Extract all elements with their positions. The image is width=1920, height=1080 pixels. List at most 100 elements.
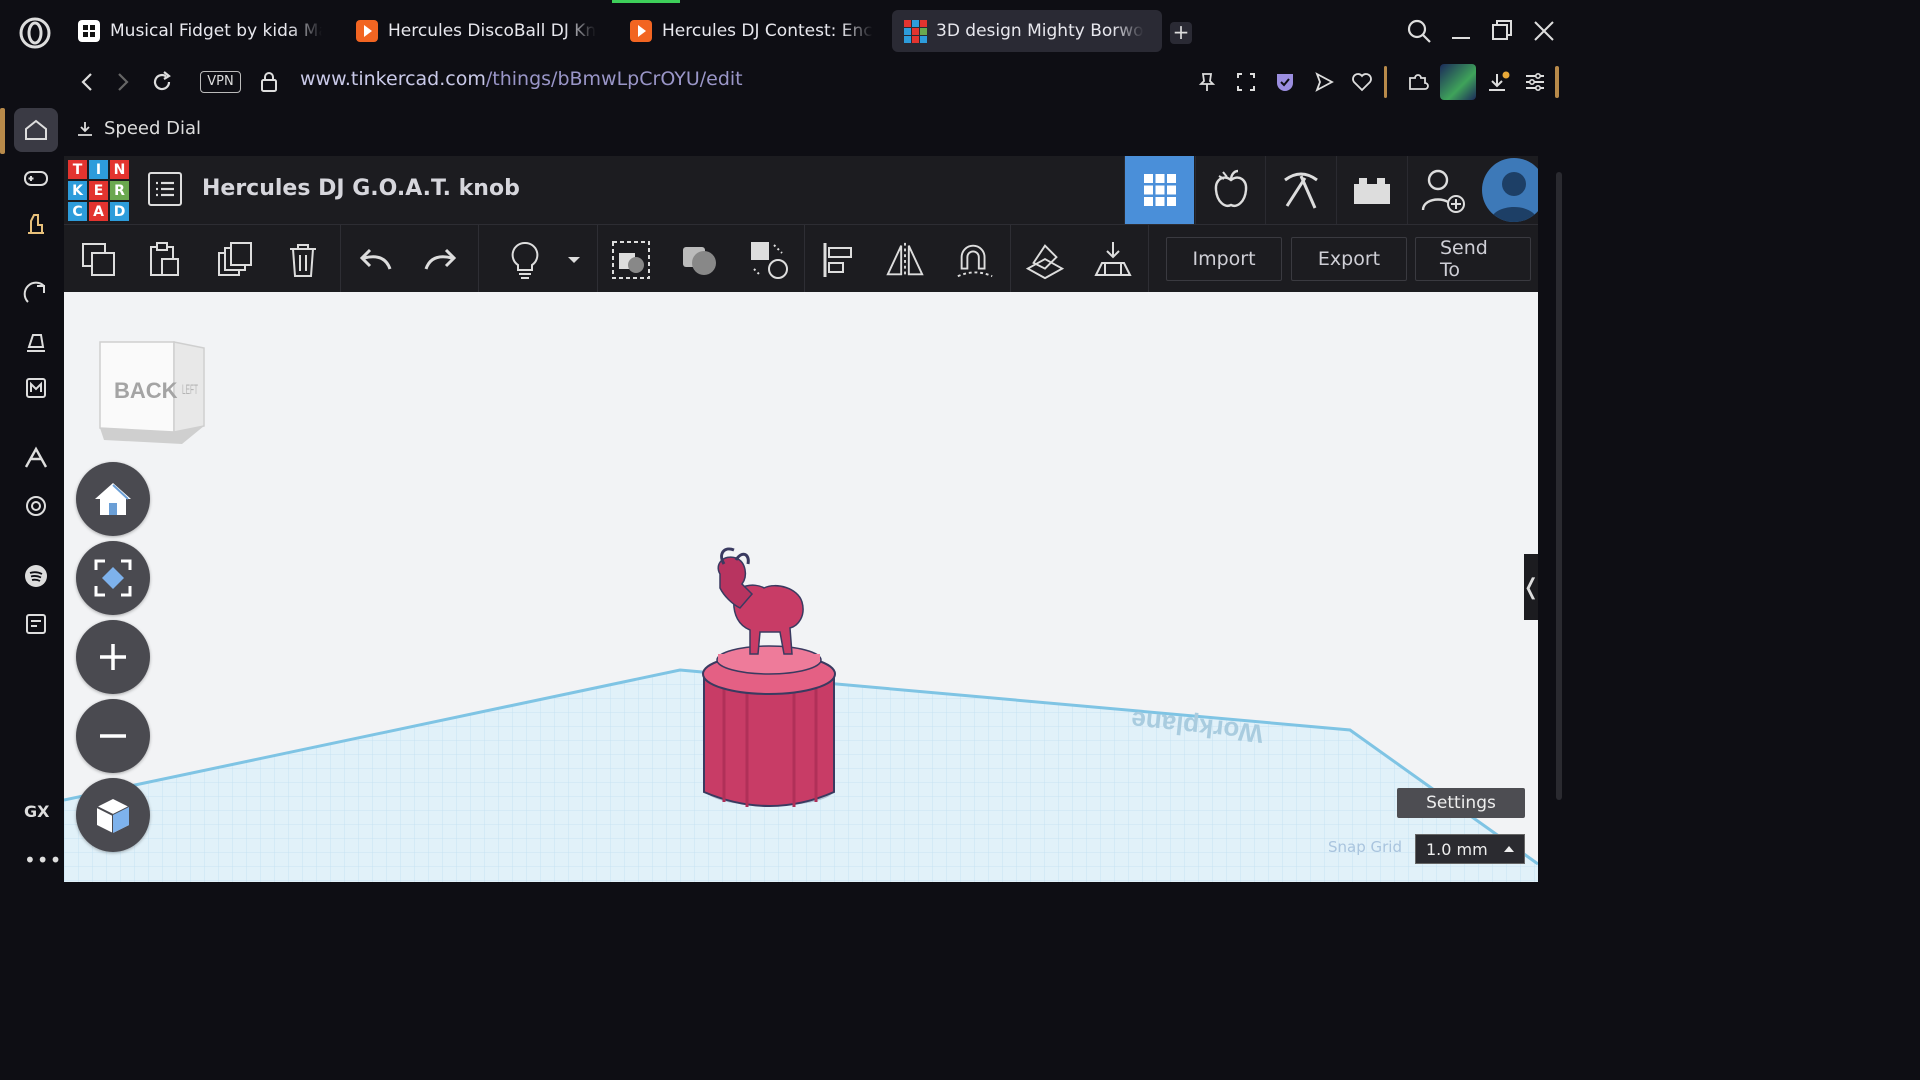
new-tab-button[interactable]: + bbox=[1170, 22, 1192, 44]
lock-icon[interactable] bbox=[258, 70, 280, 94]
sidebar-spotify-icon[interactable] bbox=[14, 554, 58, 598]
sidebar-chatgpt-icon[interactable] bbox=[14, 484, 58, 528]
user-avatar[interactable] bbox=[1482, 158, 1546, 222]
forward-icon[interactable] bbox=[112, 70, 134, 94]
snapshot-icon[interactable] bbox=[1235, 71, 1257, 93]
add-user-icon bbox=[1421, 169, 1465, 213]
pin-icon[interactable] bbox=[1196, 71, 1218, 93]
tab-musical-fidget[interactable]: Musical Fidget by kida Ma bbox=[66, 10, 336, 52]
ruler-drop-icon[interactable] bbox=[1092, 239, 1134, 281]
sim-lab-button[interactable] bbox=[1195, 156, 1265, 224]
sidebar-gamepad-icon[interactable] bbox=[14, 156, 58, 200]
brick-icon bbox=[1353, 178, 1390, 204]
logo-letter: K bbox=[68, 181, 87, 200]
zoom-out-button[interactable] bbox=[76, 699, 150, 773]
close-icon[interactable] bbox=[1532, 18, 1556, 44]
minimize-icon[interactable] bbox=[1450, 18, 1472, 44]
tinkercad-icon bbox=[904, 20, 927, 43]
ungroup-icon[interactable] bbox=[680, 239, 722, 281]
align-shapes-icon[interactable] bbox=[748, 239, 790, 281]
redo-icon[interactable] bbox=[420, 239, 462, 281]
instructables-icon bbox=[356, 20, 378, 42]
home-view-button[interactable] bbox=[76, 462, 150, 536]
logo-letter: C bbox=[68, 202, 87, 221]
opera-gx-icon[interactable] bbox=[18, 16, 52, 50]
search-icon[interactable] bbox=[1406, 18, 1432, 44]
export-button[interactable]: Export bbox=[1291, 237, 1407, 281]
snap-grid-select[interactable]: 1.0 mm bbox=[1415, 834, 1525, 864]
blocks-button[interactable] bbox=[1336, 156, 1406, 224]
profile-avatar[interactable] bbox=[1440, 64, 1476, 100]
invite-user-button[interactable] bbox=[1407, 156, 1477, 224]
design-title[interactable]: Hercules DJ G.O.A.T. knob bbox=[202, 176, 520, 201]
duplicate-icon[interactable] bbox=[214, 239, 256, 281]
paste-icon[interactable] bbox=[144, 239, 186, 281]
toolbar-separator bbox=[804, 225, 805, 293]
undo-icon[interactable] bbox=[354, 239, 396, 281]
grid-icon bbox=[1143, 174, 1176, 206]
tab-dj-contest[interactable]: Hercules DJ Contest: Enc bbox=[618, 10, 886, 52]
logo-letter: E bbox=[89, 181, 108, 200]
tab-tinkercad-design[interactable]: 3D design Mighty Borwo bbox=[892, 10, 1162, 52]
workplane-grid[interactable]: Workplane bbox=[64, 292, 1538, 882]
sidebar-rocket-icon[interactable] bbox=[14, 272, 58, 316]
more-icon[interactable]: ••• bbox=[24, 848, 62, 872]
home-icon bbox=[95, 483, 131, 515]
sidebar-home-icon[interactable] bbox=[14, 108, 58, 152]
extensions-icon[interactable] bbox=[1406, 71, 1430, 93]
projection-toggle-button[interactable] bbox=[76, 778, 150, 852]
speed-dial-bookmark[interactable]: Speed Dial bbox=[76, 118, 201, 139]
vpn-badge[interactable]: VPN bbox=[200, 71, 241, 93]
logo-letter: T bbox=[68, 160, 87, 179]
sidebar-mod-icon[interactable] bbox=[14, 366, 58, 410]
tab-discoball[interactable]: Hercules DiscoBall DJ Kn bbox=[344, 10, 614, 52]
sidebar-tool-icon[interactable] bbox=[14, 320, 58, 364]
reload-icon[interactable] bbox=[150, 70, 174, 94]
3d-design-view-button[interactable] bbox=[1124, 156, 1194, 224]
download-tray-icon bbox=[78, 121, 92, 136]
toolbar-separator bbox=[340, 225, 341, 293]
design-list-icon[interactable] bbox=[148, 172, 182, 206]
cruise-magnet-icon[interactable] bbox=[954, 239, 996, 281]
send-to-button[interactable]: Send To bbox=[1415, 237, 1531, 281]
goat-knob-model[interactable] bbox=[702, 547, 836, 807]
notes-lightbulb-icon[interactable] bbox=[504, 239, 546, 281]
perspective-cube-icon bbox=[96, 799, 130, 833]
sidebar-aria-icon[interactable] bbox=[14, 436, 58, 480]
sidebar-twitch-icon[interactable] bbox=[14, 202, 58, 246]
mirror-icon[interactable] bbox=[884, 239, 926, 281]
view-cube[interactable]: BACK LEFT bbox=[98, 336, 208, 446]
align-icon[interactable] bbox=[818, 239, 860, 281]
settings-button[interactable]: Settings bbox=[1397, 788, 1525, 818]
workplane-tool-icon[interactable] bbox=[1024, 239, 1066, 281]
apple-icon bbox=[1214, 169, 1247, 207]
restore-icon[interactable] bbox=[1490, 18, 1514, 44]
notes-dropdown-icon[interactable] bbox=[556, 239, 592, 281]
easy-setup-icon[interactable] bbox=[1524, 71, 1546, 93]
tab-title: Musical Fidget by kida Ma bbox=[110, 21, 322, 41]
fit-view-button[interactable] bbox=[76, 541, 150, 615]
panel-collapse-icon[interactable]: ❬ bbox=[1522, 554, 1538, 620]
tab-title: 3D design Mighty Borwo bbox=[936, 21, 1144, 41]
snap-grid-value: 1.0 mm bbox=[1426, 839, 1488, 859]
import-button[interactable]: Import bbox=[1166, 237, 1282, 281]
group-icon[interactable] bbox=[610, 239, 652, 281]
heart-icon[interactable] bbox=[1351, 71, 1373, 93]
page-scrollbar-thumb[interactable] bbox=[1556, 172, 1562, 800]
browser-sidebar: GX ••• bbox=[0, 102, 64, 882]
send-icon[interactable] bbox=[1313, 71, 1335, 93]
sidebar-news-icon[interactable] bbox=[14, 602, 58, 646]
bricks-button[interactable] bbox=[1265, 156, 1335, 224]
tinkercad-logo[interactable]: T I N K E R C A D bbox=[68, 160, 129, 221]
instructables-icon bbox=[630, 20, 652, 42]
back-icon[interactable] bbox=[76, 70, 98, 94]
shield-check-icon[interactable] bbox=[1274, 71, 1296, 93]
workplane-canvas[interactable]: Workplane BACK LEFT Settings Snap Grid 1… bbox=[64, 292, 1538, 882]
delete-icon[interactable] bbox=[282, 239, 324, 281]
tab-loading-indicator bbox=[612, 0, 680, 3]
copy-icon[interactable] bbox=[78, 239, 120, 281]
download-icon[interactable] bbox=[1486, 71, 1510, 95]
url-field[interactable]: www.tinkercad.com/things/bBmwLpCrOYU/edi… bbox=[300, 68, 743, 90]
gx-corner-icon[interactable]: GX bbox=[24, 802, 49, 821]
zoom-in-button[interactable] bbox=[76, 620, 150, 694]
